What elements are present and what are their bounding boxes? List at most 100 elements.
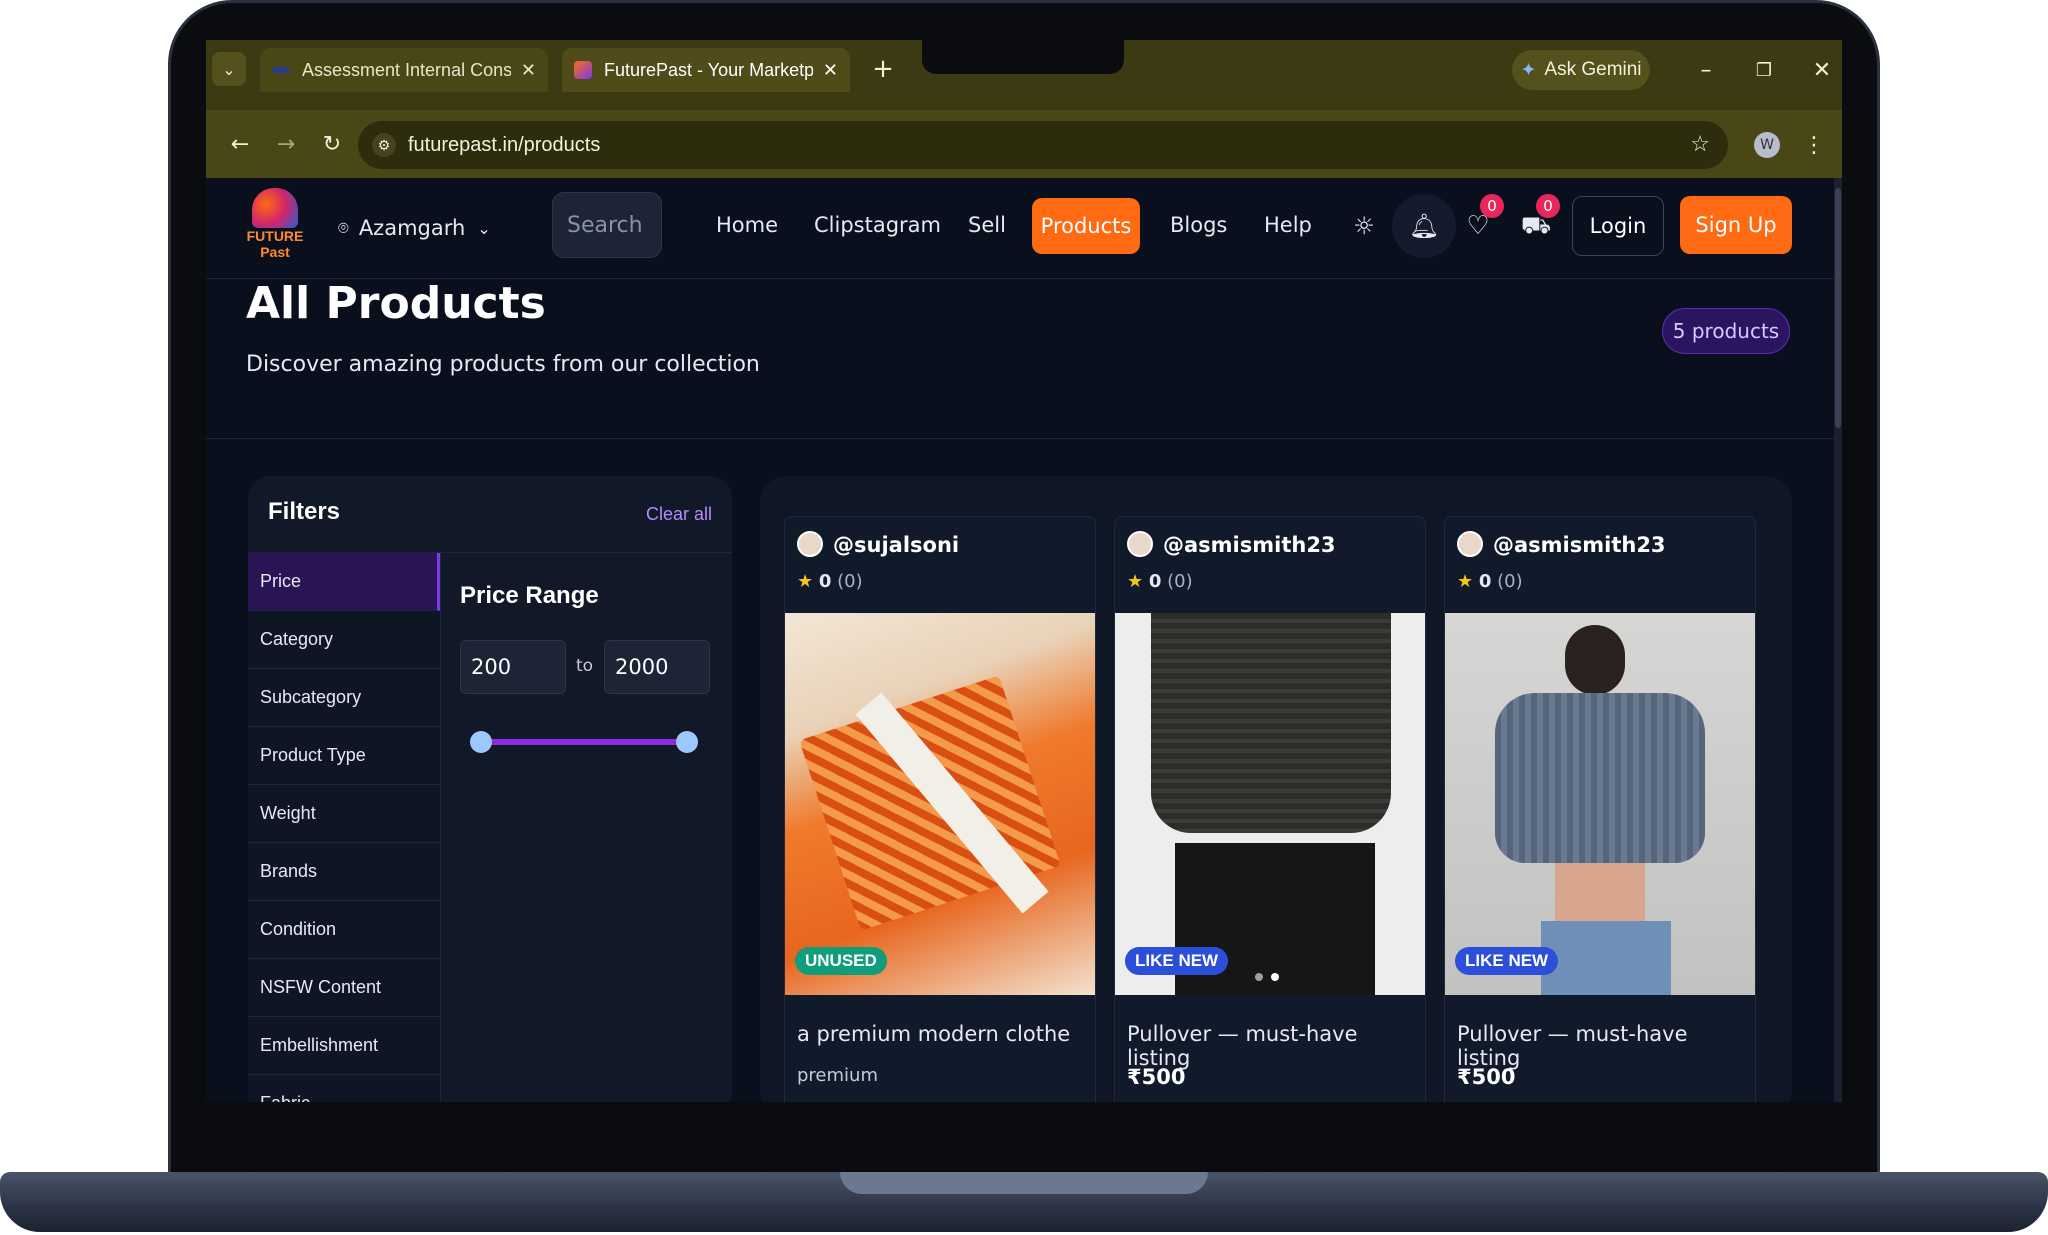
filter-item-fabric[interactable]: Fabric	[248, 1075, 440, 1102]
scrollbar-thumb[interactable]	[1835, 188, 1841, 428]
rating: ★ 0 (0)	[797, 571, 863, 592]
product-image[interactable]	[1115, 613, 1425, 995]
close-tab-icon[interactable]: ✕	[521, 60, 536, 81]
login-label: Login	[1589, 214, 1647, 238]
slider-min-handle[interactable]	[470, 731, 492, 753]
location-selector[interactable]: ⌾ Azamgarh ⌄	[338, 210, 491, 246]
clear-all-link[interactable]: Clear all	[646, 504, 712, 525]
price-max-input[interactable]: 2000	[604, 640, 710, 694]
nav-products-label: Products	[1040, 214, 1132, 238]
bookmark-star-icon[interactable]: ☆	[1690, 131, 1710, 157]
price-max-value: 2000	[615, 655, 669, 679]
filter-item-embellishment[interactable]: Embellishment	[248, 1017, 440, 1075]
profile-avatar[interactable]: W	[1754, 132, 1780, 158]
knit-top-shape	[1495, 693, 1705, 863]
search-input[interactable]: Search	[552, 192, 662, 258]
chevron-down-icon: ⌄	[477, 218, 491, 238]
filter-item-nsfw-content[interactable]: NSFW Content	[248, 959, 440, 1017]
futurepast-logo[interactable]: FUTURE Past	[244, 188, 306, 266]
theme-toggle-sun-icon[interactable]: ☼	[1346, 208, 1382, 244]
gemini-label: Ask Gemini	[1544, 59, 1642, 80]
product-card[interactable]: @sujalsoni ★ 0 (0) UNUSED a premium mode…	[784, 516, 1096, 1102]
page-scrollbar[interactable]	[1834, 178, 1842, 1102]
star-icon: ★	[1127, 571, 1144, 592]
slider-max-handle[interactable]	[676, 731, 698, 753]
nav-home[interactable]: Home	[716, 213, 778, 237]
minimize-button[interactable]: –	[1690, 54, 1722, 86]
filter-item-subcategory[interactable]: Subcategory	[248, 669, 440, 727]
product-image[interactable]	[785, 613, 1095, 995]
restore-button[interactable]: ❐	[1748, 54, 1780, 86]
forward-icon[interactable]: →	[266, 124, 306, 164]
condition-badge: UNUSED	[795, 947, 887, 975]
filter-item-product-type[interactable]: Product Type	[248, 727, 440, 785]
condition-badge: LIKE NEW	[1125, 947, 1229, 975]
rating-value: 0	[1478, 571, 1492, 592]
tab-assessment-console[interactable]: Assessment Internal Console ✕	[260, 48, 548, 92]
review-count: (0)	[1167, 571, 1193, 592]
price-range-slider[interactable]	[470, 730, 698, 754]
tab-search-button[interactable]: ⌄	[212, 52, 246, 86]
nav-blogs[interactable]: Blogs	[1170, 213, 1227, 237]
filters-title: Filters	[268, 498, 341, 525]
product-price: ₹500	[1127, 1065, 1186, 1089]
new-tab-button[interactable]: +	[866, 52, 900, 86]
signup-button[interactable]: Sign Up	[1680, 196, 1792, 254]
product-title[interactable]: Pullover — must-have listing	[1127, 1022, 1425, 1070]
close-tab-icon[interactable]: ✕	[823, 60, 838, 81]
jeans-shape	[1541, 921, 1671, 995]
nav-products[interactable]: Products	[1032, 198, 1140, 254]
notifications-bell-icon[interactable]: 🔔︎	[1392, 194, 1456, 258]
product-grid: @sujalsoni ★ 0 (0) UNUSED a premium mode…	[760, 476, 1792, 1102]
map-pin-icon: ⌾	[338, 217, 349, 239]
sweater-shape	[1151, 613, 1391, 833]
product-title[interactable]: a premium modern clothe	[797, 1022, 1070, 1046]
signup-label: Sign Up	[1695, 213, 1777, 237]
web-page: FUTURE Past ⌾ Azamgarh ⌄ Search Home Cli…	[206, 178, 1842, 1102]
price-min-input[interactable]: 200	[460, 640, 566, 694]
filter-list-divider	[440, 553, 441, 1102]
close-window-button[interactable]: ✕	[1806, 54, 1838, 86]
image-dot-inactive[interactable]	[1255, 973, 1263, 981]
site-info-icon[interactable]: ⚙	[372, 133, 396, 157]
star-icon: ★	[797, 571, 814, 592]
login-button[interactable]: Login	[1572, 196, 1664, 256]
laptop-base-notch	[840, 1172, 1208, 1194]
nav-clipstagram[interactable]: Clipstagram	[814, 213, 941, 237]
ask-gemini-button[interactable]: ✦ Ask Gemini	[1512, 50, 1650, 90]
heart-logo-icon	[252, 188, 298, 228]
rating: ★ 0 (0)	[1457, 571, 1523, 592]
address-bar[interactable]: ⚙ futurepast.in/products ☆	[358, 121, 1728, 169]
reload-icon[interactable]: ↻	[312, 124, 352, 164]
nav-help[interactable]: Help	[1264, 213, 1312, 237]
filter-item-brands[interactable]: Brands	[248, 843, 440, 901]
seller-username[interactable]: @asmismith23	[1493, 533, 1666, 557]
header-divider	[206, 438, 1836, 439]
filter-item-category[interactable]: Category	[248, 611, 440, 669]
product-card[interactable]: @asmismith23 ★ 0 (0) LIKE NEW Pullover —…	[1114, 516, 1426, 1102]
product-title[interactable]: Pullover — must-have listing	[1457, 1022, 1755, 1070]
price-min-value: 200	[471, 655, 512, 679]
filters-panel: Filters Clear all Price Category Subcatego…	[248, 476, 732, 1102]
product-price: ₹500	[1457, 1065, 1516, 1089]
rating-value: 0	[818, 571, 832, 592]
back-icon[interactable]: ←	[220, 124, 260, 164]
logo-text: FUTURE Past	[246, 228, 304, 260]
tab-futurepast[interactable]: FuturePast - Your Marketplace I ✕	[562, 48, 850, 92]
filter-item-price[interactable]: Price	[248, 553, 440, 611]
seller-username[interactable]: @asmismith23	[1163, 533, 1336, 557]
filter-item-weight[interactable]: Weight	[248, 785, 440, 843]
nav-sell[interactable]: Sell	[968, 213, 1006, 237]
image-dot-active[interactable]	[1271, 973, 1279, 981]
seller-username[interactable]: @sujalsoni	[833, 533, 959, 557]
price-range-separator: to	[576, 656, 594, 676]
cart-count-badge: 0	[1536, 194, 1560, 218]
screen: ⌄ Assessment Internal Console ✕ FuturePa…	[206, 40, 1842, 1102]
tab-label: Assessment Internal Console	[302, 59, 511, 80]
filter-item-condition[interactable]: Condition	[248, 901, 440, 959]
browser-menu-icon[interactable]: ⋮	[1802, 128, 1826, 162]
rating-value: 0	[1148, 571, 1162, 592]
product-image[interactable]	[1445, 613, 1755, 995]
page-title: All Products	[246, 278, 546, 329]
product-card[interactable]: @asmismith23 ★ 0 (0) LIKE NEW Pullover —…	[1444, 516, 1756, 1102]
